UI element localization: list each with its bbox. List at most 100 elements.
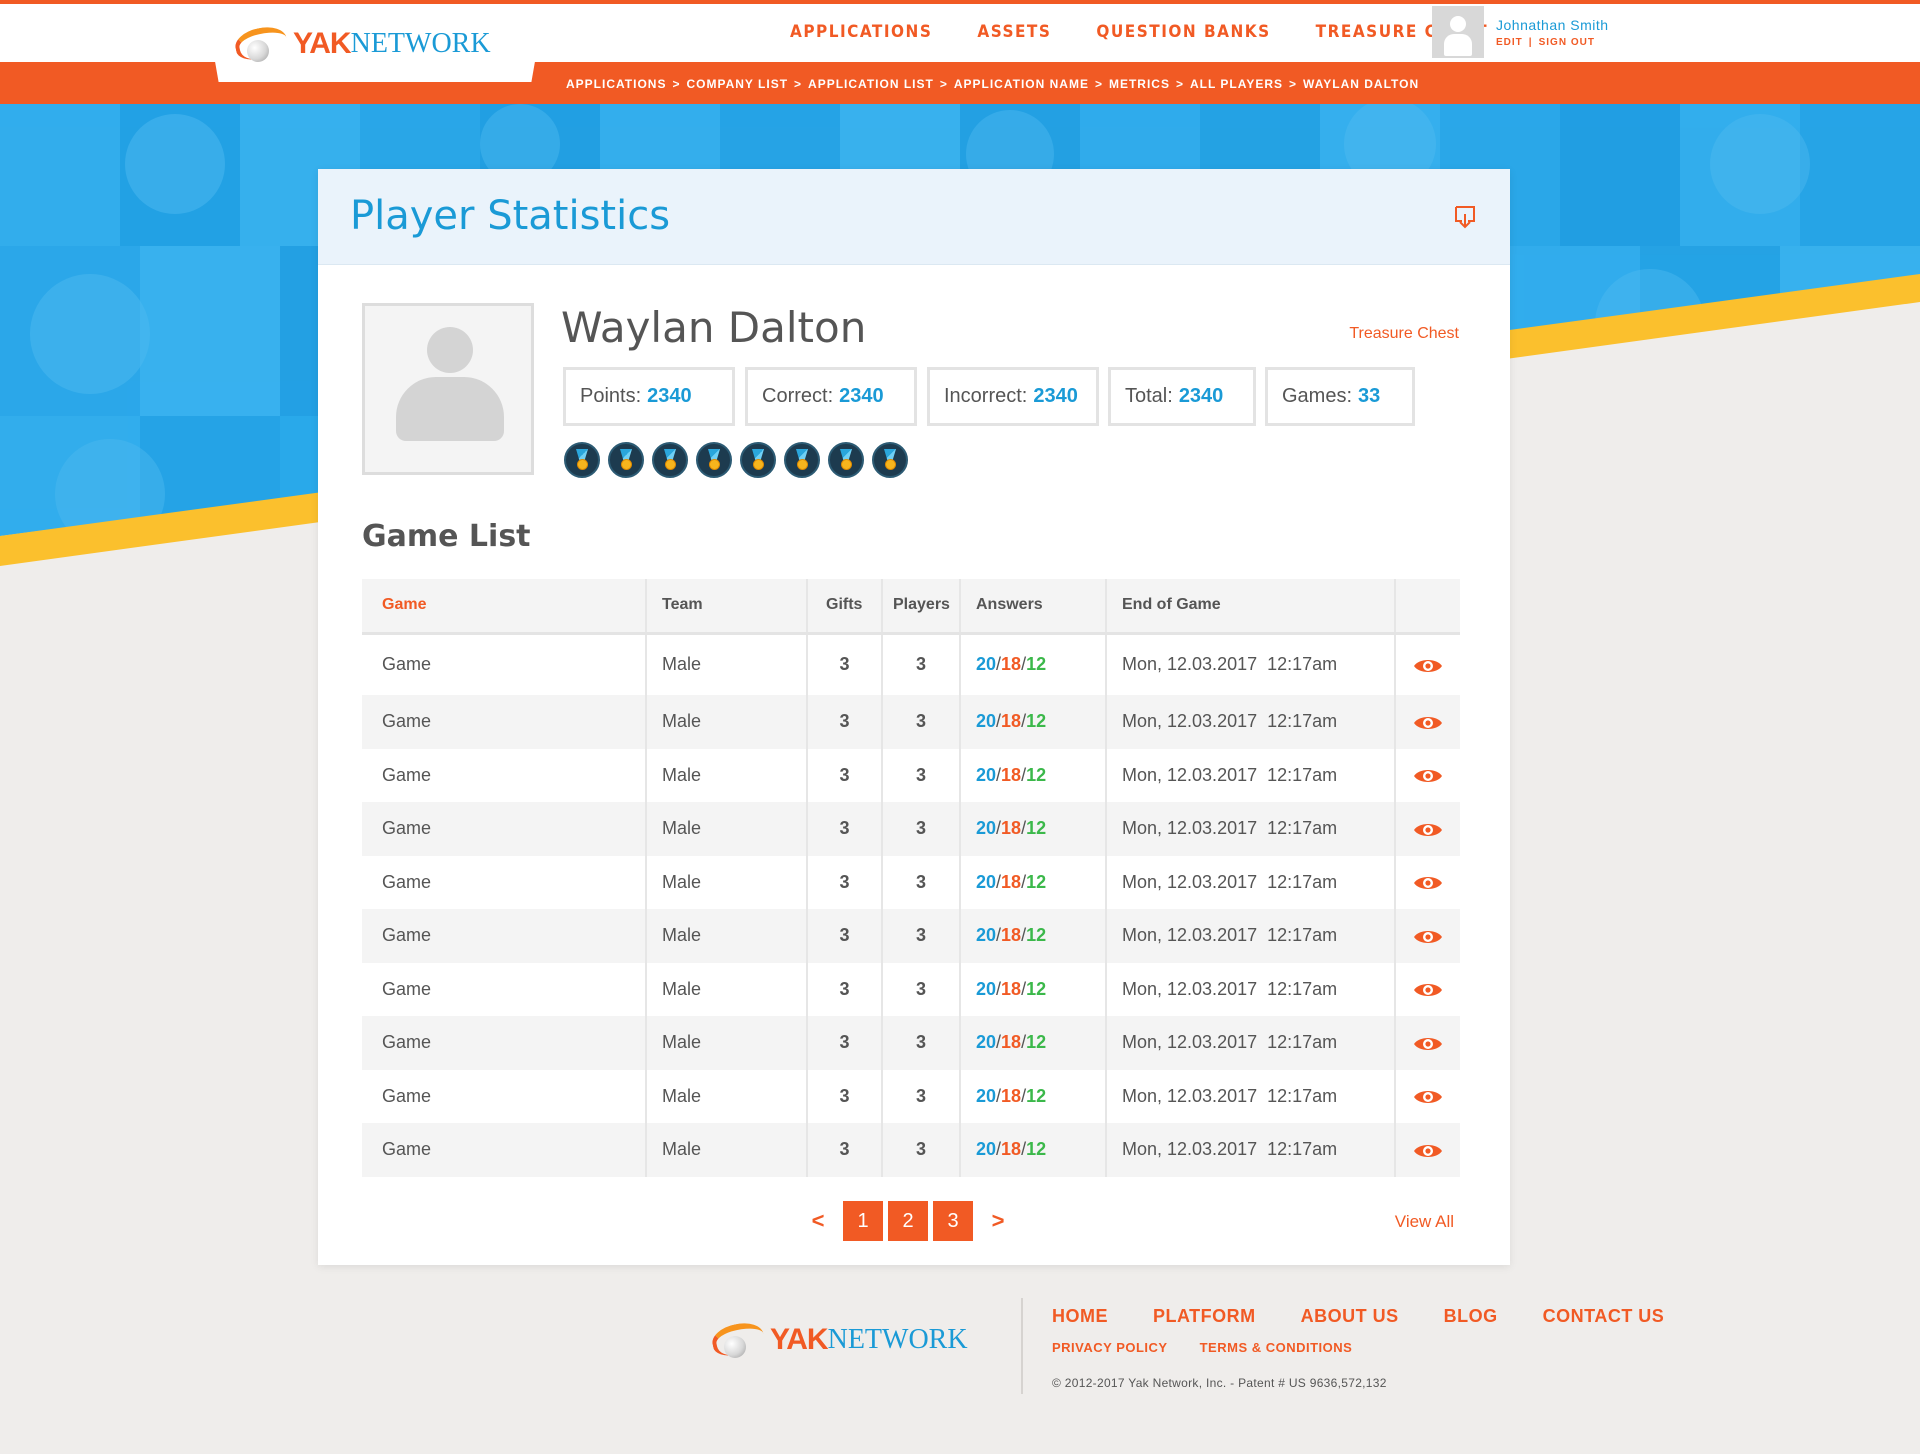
table-row[interactable]: Game Male 3 3 20/18/12 Mon, 12.03.2017 12:17a… bbox=[362, 633, 1460, 695]
answers-total: 12 bbox=[1026, 818, 1047, 839]
breadcrumb-applications[interactable]: APPLICATIONS bbox=[566, 77, 666, 91]
column-header-gifts[interactable]: Gifts bbox=[807, 579, 883, 635]
column-header-players[interactable]: Players bbox=[882, 579, 961, 635]
user-avatar[interactable] bbox=[1432, 6, 1484, 58]
nav-applications[interactable]: APPLICATIONS bbox=[790, 22, 932, 42]
breadcrumb-metrics[interactable]: METRICS bbox=[1109, 77, 1170, 91]
eye-icon[interactable] bbox=[1413, 874, 1443, 892]
answers-incorrect: 18 bbox=[1001, 654, 1022, 675]
cell-game: Game bbox=[362, 748, 647, 802]
achievement-badges bbox=[564, 442, 908, 478]
page-2-button[interactable]: 2 bbox=[888, 1201, 928, 1241]
column-header-answers[interactable]: Answers bbox=[960, 579, 1107, 635]
signout-link[interactable]: SIGN OUT bbox=[1539, 37, 1595, 48]
export-icon[interactable] bbox=[1454, 205, 1476, 229]
cell-players: 3 bbox=[882, 695, 961, 749]
cell-game: Game bbox=[362, 909, 647, 963]
footer-about-link[interactable]: ABOUT US bbox=[1301, 1306, 1399, 1327]
nav-question-banks[interactable]: QUESTION BANKS bbox=[1096, 22, 1270, 42]
cell-answers: 20/18/12 bbox=[960, 633, 1107, 695]
cell-view-action bbox=[1395, 963, 1460, 1017]
page-title: Player Statistics bbox=[350, 193, 671, 239]
table-row[interactable]: Game Male 3 3 20/18/12 Mon, 12.03.2017 12:17a… bbox=[362, 695, 1460, 749]
cell-end-of-game: Mon, 12.03.2017 12:17am bbox=[1106, 855, 1396, 909]
answers-incorrect: 18 bbox=[1001, 925, 1022, 946]
cell-answers: 20/18/12 bbox=[960, 909, 1107, 963]
cell-answers: 20/18/12 bbox=[960, 695, 1107, 749]
copyright: © 2012-2017 Yak Network, Inc. - Patent #… bbox=[1052, 1376, 1387, 1390]
footer-contact-link[interactable]: CONTACT US bbox=[1543, 1306, 1665, 1327]
treasure-chest-link[interactable]: Treasure Chest bbox=[1349, 325, 1459, 343]
answers-incorrect: 18 bbox=[1001, 1085, 1022, 1106]
footer-nav: HOME PLATFORM ABOUT US BLOG CONTACT US bbox=[1052, 1306, 1664, 1327]
terms-link[interactable]: TERMS & CONDITIONS bbox=[1200, 1340, 1353, 1355]
cell-game: Game bbox=[362, 695, 647, 749]
table-row[interactable]: Game Male 3 3 20/18/12 Mon, 12.03.2017 12:17a… bbox=[362, 1069, 1460, 1123]
column-header-game[interactable]: Game bbox=[362, 579, 647, 635]
cell-end-of-game: Mon, 12.03.2017 12:17am bbox=[1106, 1123, 1396, 1177]
edit-link[interactable]: EDIT bbox=[1496, 37, 1523, 48]
cell-gifts: 3 bbox=[807, 1016, 883, 1070]
table-row[interactable]: Game Male 3 3 20/18/12 Mon, 12.03.2017 12:17a… bbox=[362, 1016, 1460, 1070]
user-links-separator: | bbox=[1528, 36, 1533, 48]
eye-icon[interactable] bbox=[1413, 1035, 1443, 1053]
cell-answers: 20/18/12 bbox=[960, 1069, 1107, 1123]
table-row[interactable]: Game Male 3 3 20/18/12 Mon, 12.03.2017 12:17a… bbox=[362, 802, 1460, 856]
answers-correct: 20 bbox=[976, 978, 997, 999]
breadcrumb-separator: > bbox=[939, 77, 948, 91]
logo[interactable]: YAK NETWORK bbox=[232, 22, 491, 66]
eye-icon[interactable] bbox=[1413, 657, 1443, 675]
table-row[interactable]: Game Male 3 3 20/18/12 Mon, 12.03.2017 12:17a… bbox=[362, 962, 1460, 1017]
answers-incorrect: 18 bbox=[1001, 1032, 1022, 1053]
eye-icon[interactable] bbox=[1413, 928, 1443, 946]
footer-home-link[interactable]: HOME bbox=[1052, 1306, 1108, 1327]
cell-answers: 20/18/12 bbox=[960, 855, 1107, 909]
table-row[interactable]: Game Male 3 3 20/18/12 Mon, 12.03.2017 12:17a… bbox=[362, 909, 1460, 963]
player-name: Waylan Dalton bbox=[561, 303, 867, 352]
eye-icon[interactable] bbox=[1413, 714, 1443, 732]
eye-icon[interactable] bbox=[1413, 981, 1443, 999]
pagination-prev-button[interactable]: < bbox=[806, 1201, 830, 1241]
breadcrumb-all-players[interactable]: ALL PLAYERS bbox=[1190, 77, 1283, 91]
privacy-policy-link[interactable]: PRIVACY POLICY bbox=[1052, 1340, 1168, 1355]
pagination-next-button[interactable]: > bbox=[986, 1201, 1010, 1241]
column-header-end-of-game[interactable]: End of Game bbox=[1106, 579, 1396, 635]
medal-icon bbox=[608, 442, 644, 478]
cell-team: Male bbox=[646, 1069, 808, 1123]
eye-icon[interactable] bbox=[1413, 1142, 1443, 1160]
cell-answers: 20/18/12 bbox=[960, 748, 1107, 802]
cell-game: Game bbox=[362, 1016, 647, 1070]
cell-end-of-game: Mon, 12.03.2017 12:17am bbox=[1106, 802, 1396, 856]
breadcrumb-separator: > bbox=[1175, 77, 1184, 91]
table-row[interactable]: Game Male 3 3 20/18/12 Mon, 12.03.2017 12:17a… bbox=[362, 855, 1460, 909]
view-all-link[interactable]: View All bbox=[1395, 1212, 1454, 1232]
page-1-button[interactable]: 1 bbox=[843, 1201, 883, 1241]
page-3-button[interactable]: 3 bbox=[933, 1201, 973, 1241]
cell-end-of-game: Mon, 12.03.2017 12:17am bbox=[1106, 748, 1396, 802]
answers-correct: 20 bbox=[976, 1032, 997, 1053]
breadcrumb-separator: > bbox=[1289, 77, 1298, 91]
nav-assets[interactable]: ASSETS bbox=[977, 22, 1051, 42]
answers-correct: 20 bbox=[976, 654, 997, 675]
column-header-team[interactable]: Team bbox=[646, 579, 808, 635]
breadcrumb-company-list[interactable]: COMPANY LIST bbox=[686, 77, 788, 91]
player-photo-placeholder bbox=[362, 303, 534, 475]
stat-label: Total: bbox=[1125, 385, 1173, 407]
eye-icon[interactable] bbox=[1413, 821, 1443, 839]
eye-icon[interactable] bbox=[1413, 1088, 1443, 1106]
stat-label: Incorrect: bbox=[944, 385, 1028, 407]
footer-legal-links: PRIVACY POLICY TERMS & CONDITIONS bbox=[1052, 1340, 1352, 1355]
footer-platform-link[interactable]: PLATFORM bbox=[1153, 1306, 1256, 1327]
breadcrumb-application-list[interactable]: APPLICATION LIST bbox=[808, 77, 934, 91]
breadcrumb-separator: > bbox=[672, 77, 681, 91]
eye-icon[interactable] bbox=[1413, 767, 1443, 785]
user-menu: Johnathan Smith EDIT | SIGN OUT bbox=[1432, 6, 1609, 58]
stat-games: Games: 33 bbox=[1265, 367, 1415, 426]
breadcrumb-application-name[interactable]: APPLICATION NAME bbox=[954, 77, 1089, 91]
cell-answers: 20/18/12 bbox=[960, 802, 1107, 856]
table-row[interactable]: Game Male 3 3 20/18/12 Mon, 12.03.2017 12:17a… bbox=[362, 1123, 1460, 1177]
footer-logo[interactable]: YAK NETWORK bbox=[709, 1318, 968, 1362]
cell-gifts: 3 bbox=[807, 633, 883, 695]
table-row[interactable]: Game Male 3 3 20/18/12 Mon, 12.03.2017 12:17a… bbox=[362, 748, 1460, 802]
footer-blog-link[interactable]: BLOG bbox=[1444, 1306, 1498, 1327]
